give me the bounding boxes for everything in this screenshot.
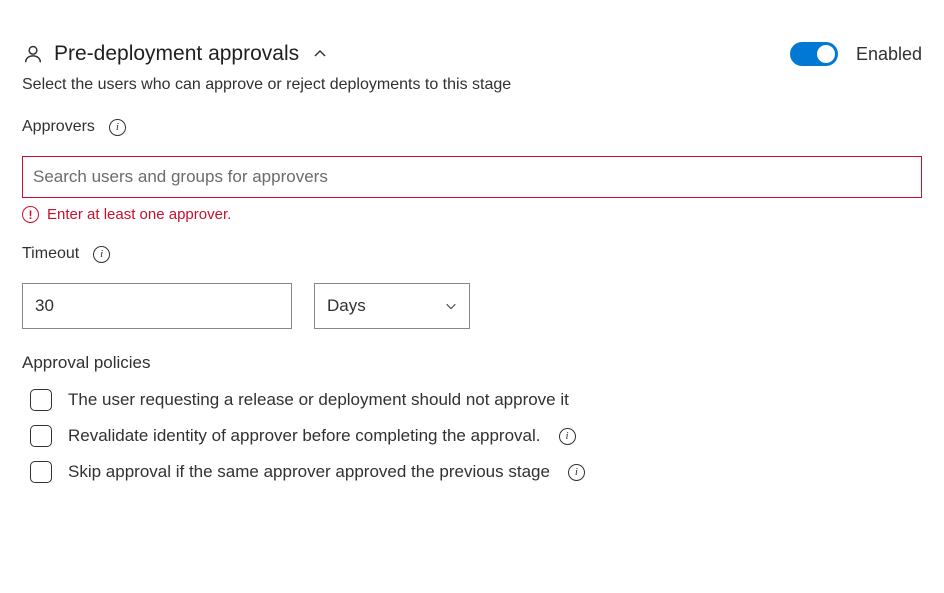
approvers-error: ! Enter at least one approver. xyxy=(22,206,922,223)
approvers-label-row: Approvers i xyxy=(22,118,922,136)
policy-label: Skip approval if the same approver appro… xyxy=(68,462,550,482)
approvers-label: Approvers xyxy=(22,118,95,136)
policy-row: Revalidate identity of approver before c… xyxy=(22,425,922,447)
policies-title: Approval policies xyxy=(22,353,922,373)
policy-checkbox[interactable] xyxy=(30,461,52,483)
person-icon xyxy=(22,43,44,65)
toggle-knob xyxy=(817,45,835,63)
policy-row: Skip approval if the same approver appro… xyxy=(22,461,922,483)
info-icon[interactable]: i xyxy=(109,119,126,136)
policy-checkbox[interactable] xyxy=(30,425,52,447)
chevron-up-icon xyxy=(313,47,327,61)
timeout-value-input[interactable] xyxy=(22,283,292,329)
section-title: Pre-deployment approvals xyxy=(54,42,299,66)
chevron-down-icon xyxy=(445,300,457,312)
policy-row: The user requesting a release or deploym… xyxy=(22,389,922,411)
info-icon[interactable]: i xyxy=(559,428,576,445)
info-icon[interactable]: i xyxy=(568,464,585,481)
timeout-label-row: Timeout i xyxy=(22,245,922,263)
enabled-toggle[interactable] xyxy=(790,42,838,66)
approvers-search-input[interactable] xyxy=(22,156,922,198)
error-icon: ! xyxy=(22,206,39,223)
section-description: Select the users who can approve or reje… xyxy=(22,76,922,94)
error-text: Enter at least one approver. xyxy=(47,206,231,223)
policy-checkbox[interactable] xyxy=(30,389,52,411)
header-left[interactable]: Pre-deployment approvals xyxy=(22,42,327,66)
timeout-unit-select[interactable]: Days xyxy=(314,283,470,329)
section-header: Pre-deployment approvals Enabled xyxy=(22,42,922,66)
info-icon[interactable]: i xyxy=(93,246,110,263)
header-right: Enabled xyxy=(790,42,922,66)
policy-label: Revalidate identity of approver before c… xyxy=(68,426,541,446)
policy-label: The user requesting a release or deploym… xyxy=(68,390,569,410)
timeout-label: Timeout xyxy=(22,245,79,263)
toggle-label: Enabled xyxy=(856,44,922,65)
timeout-row: Days xyxy=(22,283,922,329)
timeout-unit-value: Days xyxy=(327,296,366,316)
